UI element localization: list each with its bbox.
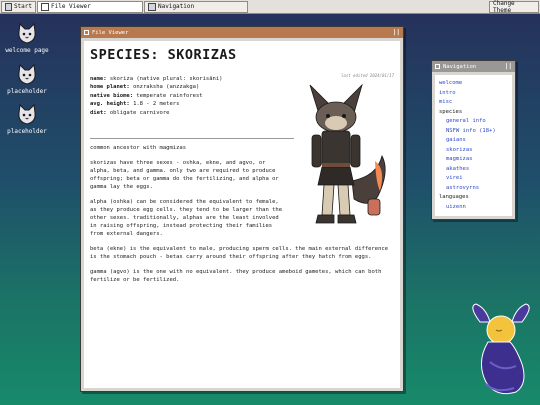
start-button[interactable]: Start bbox=[1, 0, 36, 13]
file-viewer-titlebar[interactable]: File Viewer || bbox=[81, 27, 403, 38]
change-theme-label: Change Theme bbox=[493, 0, 515, 14]
article-body: common ancestor with magmizas skorizas h… bbox=[90, 144, 390, 291]
file-viewer-window: File Viewer || SPECIES: SKORIZAS last ed… bbox=[80, 26, 404, 392]
desktop-icon-label: placeholder bbox=[7, 128, 47, 135]
window-icon bbox=[435, 64, 440, 69]
close-button[interactable]: || bbox=[393, 29, 400, 36]
navigation-titlebar[interactable]: Navigation || bbox=[432, 61, 515, 72]
navigation-window: Navigation || welcome intro misc species… bbox=[431, 60, 516, 220]
desktop-icon-placeholder-2[interactable]: placeholder bbox=[0, 103, 54, 135]
info-row: avg. height: 1.8 - 2 meters bbox=[90, 101, 180, 108]
nav-heading-species: species bbox=[439, 108, 463, 115]
nav-link-gaians[interactable]: gaians bbox=[439, 136, 508, 146]
paragraph: alpha (oshka) can be considered the equi… bbox=[90, 199, 283, 237]
mascot-sprite bbox=[472, 303, 530, 395]
window-title: File Viewer bbox=[92, 29, 129, 36]
cat-face-icon bbox=[18, 63, 36, 85]
taskbar-item-navigation[interactable]: Navigation bbox=[144, 0, 248, 13]
nav-link-intro[interactable]: intro bbox=[439, 89, 508, 99]
window-icon bbox=[148, 2, 156, 11]
paragraph: beta (ekne) is the equivalent to male, p… bbox=[90, 246, 389, 260]
nav-link-general-info[interactable]: general info bbox=[439, 117, 508, 127]
taskbar-item-label: File Viewer bbox=[51, 3, 91, 10]
window-icon bbox=[84, 30, 89, 35]
desktop-icon-placeholder-1[interactable]: placeholder bbox=[0, 63, 54, 95]
cat-face-icon bbox=[18, 22, 36, 44]
paragraph: skorizas have three sexes - oshka, ekne,… bbox=[90, 160, 279, 190]
nav-link-magmizas[interactable]: magmizas bbox=[439, 155, 508, 165]
change-theme-button[interactable]: Change Theme bbox=[489, 0, 539, 14]
taskbar: Start File Viewer Navigation Change Them… bbox=[0, 0, 540, 14]
navigation-content[interactable]: welcome intro misc species general info … bbox=[435, 75, 512, 216]
nav-link-uizenn[interactable]: uizenn bbox=[439, 203, 508, 213]
info-row: diet: obligate carnivore bbox=[90, 109, 170, 116]
nav-link-skorizas[interactable]: skorizas bbox=[439, 146, 508, 156]
nav-link-astrovyrns[interactable]: astrovyrns bbox=[439, 184, 508, 194]
desktop-icon-welcome-page[interactable]: welcome page bbox=[0, 22, 54, 54]
cat-face-icon bbox=[18, 103, 36, 125]
nav-link-nsfw-info[interactable]: NSFW info (18+) bbox=[439, 127, 508, 137]
nav-heading-languages: languages bbox=[439, 194, 469, 200]
info-row: home planet: onzraksha (anzzakga) bbox=[90, 84, 200, 91]
document-icon bbox=[41, 2, 49, 11]
species-infobox: name: skoriza (native plural: skorisāni)… bbox=[90, 75, 222, 117]
close-button[interactable]: || bbox=[505, 63, 512, 70]
nav-link-welcome[interactable]: welcome bbox=[439, 79, 508, 89]
taskbar-item-label: Navigation bbox=[158, 3, 195, 10]
paragraph: common ancestor with magmizas bbox=[90, 145, 187, 151]
window-title: Navigation bbox=[443, 63, 477, 70]
computer-icon bbox=[5, 2, 12, 11]
nav-link-virei[interactable]: virei bbox=[439, 174, 508, 184]
info-row: name: skoriza (native plural: skorisāni) bbox=[90, 76, 223, 82]
divider bbox=[90, 138, 294, 139]
desktop-icon-label: welcome page bbox=[5, 47, 49, 54]
nav-link-akathes[interactable]: akathes bbox=[439, 165, 508, 175]
start-label: Start bbox=[13, 3, 32, 10]
file-viewer-content[interactable]: SPECIES: SKORIZAS last edited 2024/01/17… bbox=[84, 41, 400, 388]
page-title: SPECIES: SKORIZAS bbox=[90, 47, 237, 63]
last-edited-note: last edited 2024/01/17 bbox=[341, 73, 394, 78]
taskbar-item-file-viewer[interactable]: File Viewer bbox=[37, 0, 143, 13]
desktop-icon-label: placeholder bbox=[7, 88, 47, 95]
info-row: native biome: temperate rainforest bbox=[90, 92, 203, 99]
paragraph: gamma (agvo) is the one with no equivale… bbox=[90, 269, 382, 283]
nav-link-misc[interactable]: misc bbox=[439, 98, 508, 108]
